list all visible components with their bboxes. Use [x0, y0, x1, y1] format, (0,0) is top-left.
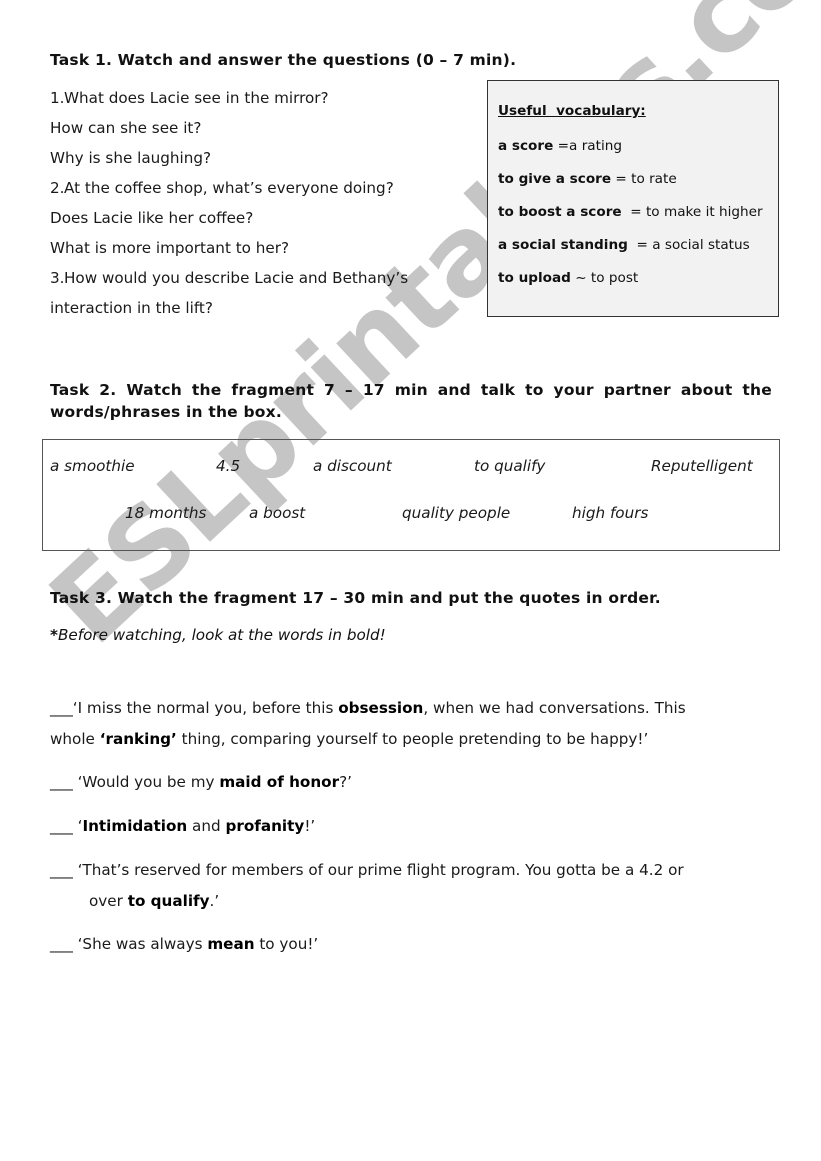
- quote-text: ?’: [339, 773, 352, 791]
- quote-line: ___ ‘Would you be my maid of honor?’: [50, 773, 352, 791]
- vocabulary-item: to give a score = to rate: [498, 171, 677, 187]
- quote-line: whole ‘ranking’ thing, comparing yoursel…: [50, 730, 648, 748]
- vocabulary-term: to give a score: [498, 171, 612, 187]
- vocabulary-definition: = a social status: [627, 237, 750, 253]
- quote-line: over to qualify.’: [89, 892, 219, 910]
- answer-blank[interactable]: ___: [50, 699, 73, 717]
- answer-blank[interactable]: ___: [50, 817, 73, 835]
- quote-text: !’: [304, 817, 316, 835]
- question-line: Why is she laughing?: [50, 149, 211, 167]
- question-text: What is more important to her?: [50, 239, 290, 257]
- vocabulary-box: Useful vocabulary: a score =a rating to …: [487, 80, 779, 317]
- bold-keyword: ‘ranking’: [99, 730, 177, 748]
- quote-line: ___ ‘She was always mean to you!’: [50, 935, 318, 953]
- question-number: 2.: [50, 179, 65, 197]
- question-line: Does Lacie like her coffee?: [50, 209, 253, 227]
- word-item: 4.5: [216, 457, 241, 475]
- word-item: a discount: [313, 457, 392, 475]
- quote-text: thing, comparing yourself to people pret…: [176, 730, 649, 748]
- vocabulary-definition: = to make it higher: [621, 204, 763, 220]
- word-box: [42, 439, 780, 551]
- question-number: 1.: [50, 89, 65, 107]
- word-item: Reputelligent: [651, 457, 753, 475]
- quote-text: and: [187, 817, 226, 835]
- vocabulary-term: to upload: [498, 270, 571, 286]
- quote-text: ‘That’s reserved for members of our prim…: [72, 861, 684, 879]
- word-item: quality people: [402, 504, 511, 522]
- question-line: What is more important to her?: [50, 239, 289, 257]
- quote-text: .’: [209, 892, 220, 910]
- question-text: interaction in the lift?: [50, 299, 213, 317]
- question-line: interaction in the lift?: [50, 299, 213, 317]
- question-line: 2.At the coffee shop, what’s everyone do…: [50, 179, 394, 197]
- bold-keyword: Intimidation: [82, 817, 188, 835]
- word-item: 18 months: [125, 504, 207, 522]
- vocabulary-term: a score: [498, 138, 554, 154]
- vocabulary-definition: ~ to post: [570, 270, 639, 286]
- task3-title: Task 3. Watch the fragment 17 – 30 min a…: [50, 589, 661, 607]
- quote-text: ‘Would you be my: [72, 773, 220, 791]
- answer-blank[interactable]: ___: [50, 773, 73, 791]
- question-text: How can she see it?: [50, 119, 202, 137]
- vocabulary-title: Useful vocabulary:: [498, 103, 646, 119]
- quote-text: , when we had conversations. This: [423, 699, 686, 717]
- vocabulary-definition: = to rate: [611, 171, 677, 187]
- instruction-text: Before watching, look at the words in bo…: [57, 626, 386, 644]
- question-number: 3.: [50, 269, 65, 287]
- quote-line: ___‘I miss the normal you, before this o…: [50, 699, 686, 717]
- task1-title: Task 1. Watch and answer the questions (…: [50, 51, 517, 69]
- vocabulary-term: to boost a score: [498, 204, 622, 220]
- quote-text: to you!’: [254, 935, 319, 953]
- quote-text: whole: [50, 730, 100, 748]
- question-line: 3.How would you describe Lacie and Betha…: [50, 269, 408, 287]
- bold-keyword: to qualify: [127, 892, 210, 910]
- question-text: How would you describe Lacie and Bethany…: [64, 269, 409, 287]
- answer-blank[interactable]: ___: [50, 861, 73, 879]
- question-text: At the coffee shop, what’s everyone doin…: [64, 179, 394, 197]
- word-item: to qualify: [474, 457, 546, 475]
- quote-text: over: [89, 892, 128, 910]
- question-text: Does Lacie like her coffee?: [50, 209, 254, 227]
- task3-instruction: *Before watching, look at the words in b…: [50, 626, 386, 644]
- question-line: How can she see it?: [50, 119, 201, 137]
- task2-title-line1: Task 2. Watch the fragment 7 – 17 min an…: [50, 381, 772, 399]
- vocabulary-item: a score =a rating: [498, 138, 622, 154]
- quote-line: ___ ‘Intimidation and profanity!’: [50, 817, 315, 835]
- quote-text: ‘She was always: [72, 935, 208, 953]
- vocabulary-definition: =a rating: [553, 138, 622, 154]
- bold-keyword: mean: [207, 935, 255, 953]
- question-line: 1.What does Lacie see in the mirror?: [50, 89, 329, 107]
- task2-title-line2: words/phrases in the box.: [50, 403, 282, 421]
- question-text: Why is she laughing?: [50, 149, 212, 167]
- vocabulary-term: a social standing: [498, 237, 628, 253]
- quote-text: ‘I miss the normal you, before this: [72, 699, 339, 717]
- bold-keyword: profanity: [225, 817, 305, 835]
- asterisk: *: [50, 626, 58, 644]
- vocabulary-item: to upload ~ to post: [498, 270, 638, 286]
- word-item: a smoothie: [50, 457, 135, 475]
- bold-keyword: obsession: [338, 699, 424, 717]
- answer-blank[interactable]: ___: [50, 935, 73, 953]
- word-item: high fours: [572, 504, 649, 522]
- quote-line: ___ ‘That’s reserved for members of our …: [50, 861, 684, 879]
- question-text: What does Lacie see in the mirror?: [64, 89, 329, 107]
- bold-keyword: maid of honor: [219, 773, 340, 791]
- vocabulary-item: a social standing = a social status: [498, 237, 750, 253]
- word-item: a boost: [249, 504, 306, 522]
- quote-text: ‘: [72, 817, 83, 835]
- vocabulary-item: to boost a score = to make it higher: [498, 204, 763, 220]
